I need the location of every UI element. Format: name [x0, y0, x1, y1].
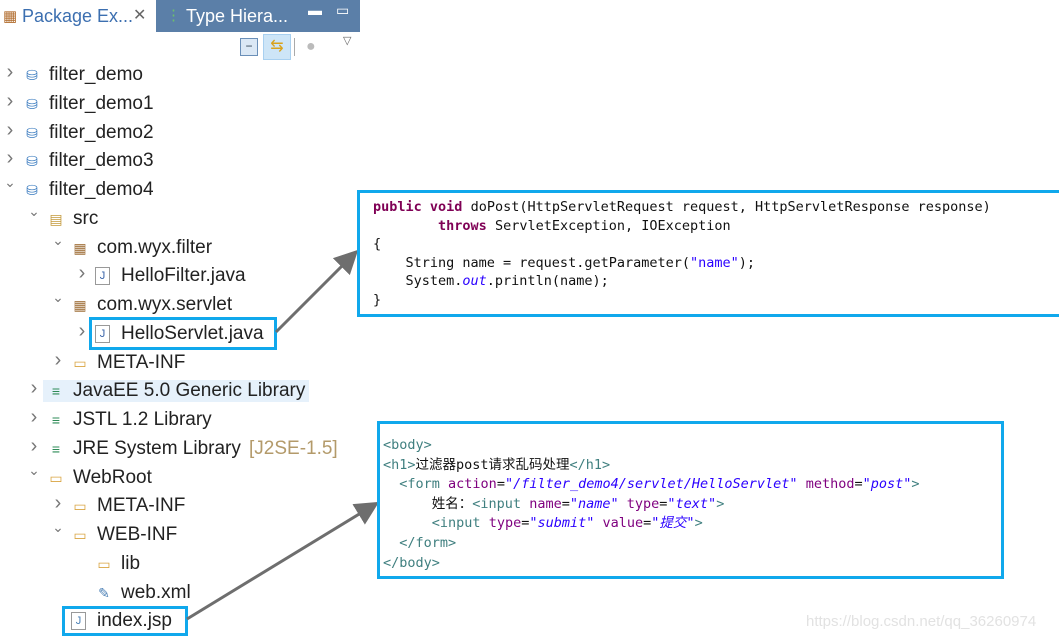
arrow-to-java-code [274, 249, 359, 334]
arrow-to-jsp-code [186, 501, 380, 621]
watermark: https://blog.csdn.net/qq_36260974 [806, 613, 1037, 630]
jsp-code-box: <body> <h1>过滤器post请求乱码处理</h1> <form acti… [377, 421, 1004, 579]
java-code-box: public void doPost(HttpServletRequest re… [357, 190, 1059, 317]
